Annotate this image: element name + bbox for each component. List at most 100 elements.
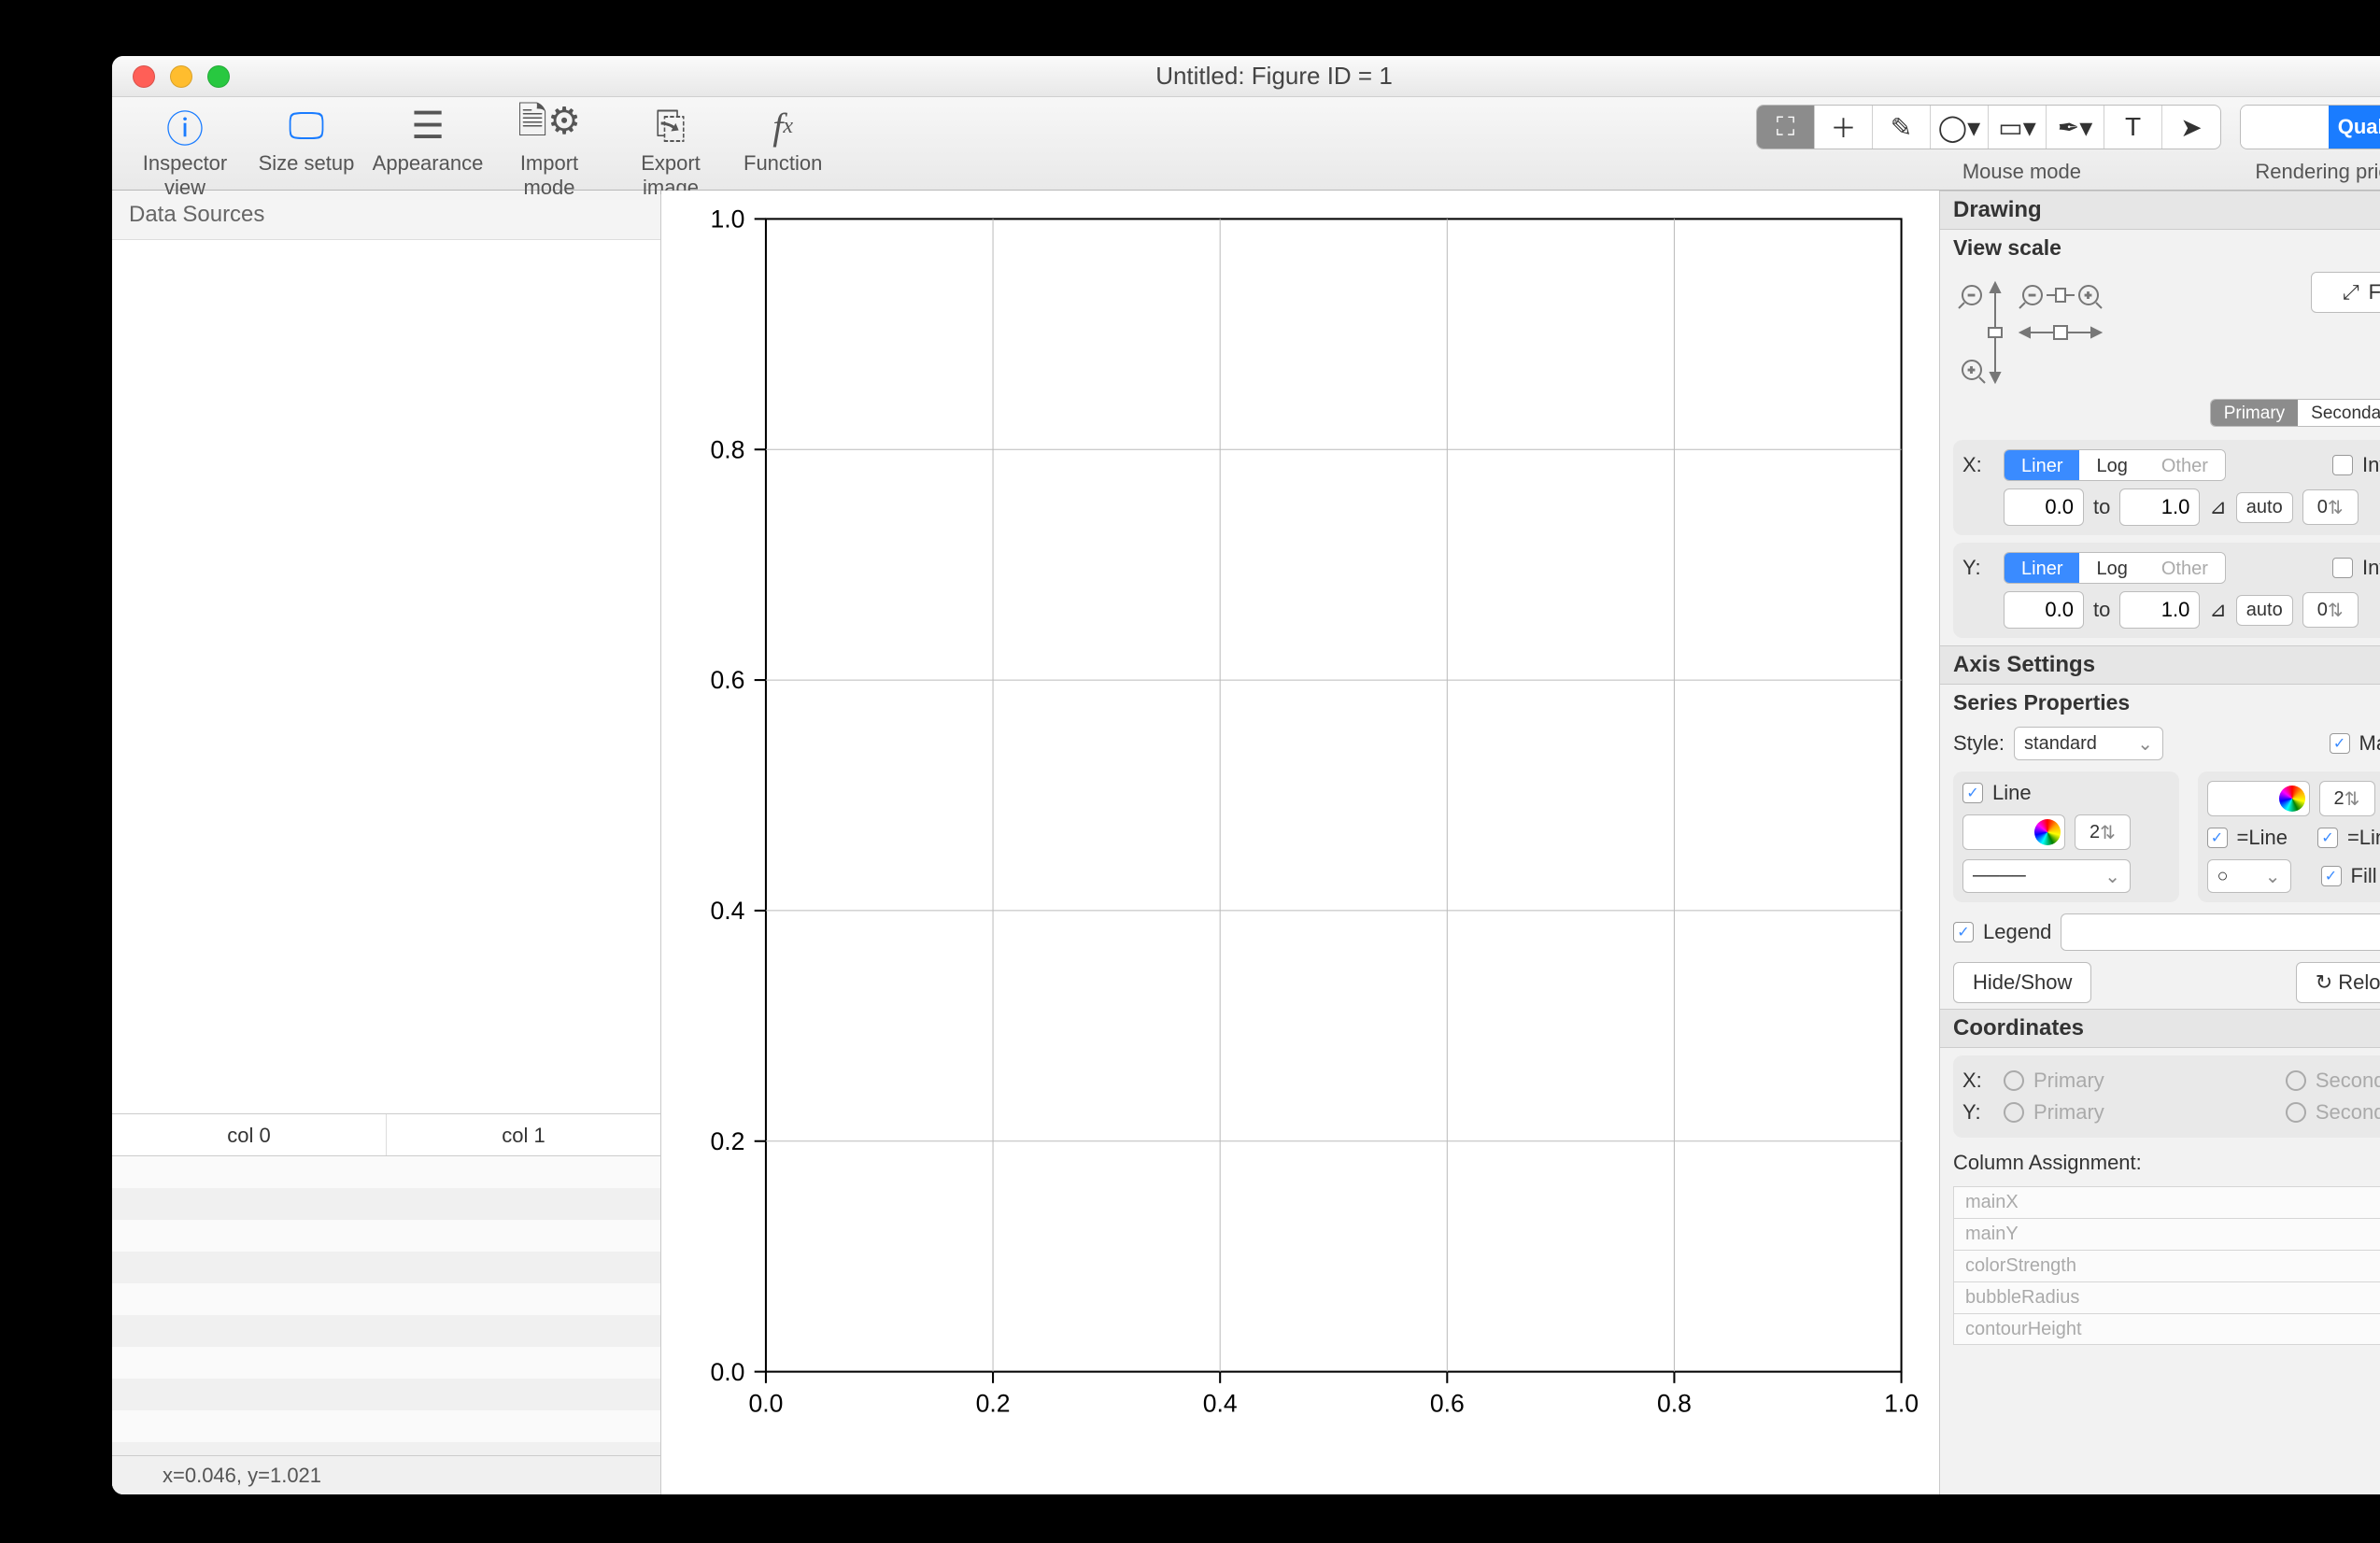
eqline2-checkbox[interactable] [2317,828,2338,848]
minimize-icon[interactable] [170,65,192,88]
svg-text:0.8: 0.8 [1657,1389,1692,1417]
style-label: Style: [1953,731,2005,756]
hide-show-button[interactable]: Hide/Show [1953,962,2091,1003]
tab-primary[interactable]: Primary [2211,400,2298,426]
titlebar: Untitled: Figure ID = 1 [112,56,2380,97]
column-header[interactable]: col 1 [387,1114,660,1155]
y-scale-other[interactable]: Other [2145,553,2225,583]
marker-shape-dropdown[interactable]: ○⌄ [2207,859,2291,893]
mouse-mode-circle-icon[interactable]: ◯▾ [1931,106,1989,149]
x-auto-stepper[interactable]: 0 ⇅ [2302,489,2359,525]
legend-input[interactable] [2061,913,2380,951]
line-width-stepper[interactable]: 2 ⇅ [2075,814,2131,850]
tab-secondary[interactable]: Secondary [2298,400,2380,426]
x-scale-linear[interactable]: Liner [2005,450,2079,480]
mouse-mode-add-icon[interactable]: ＋ [1815,106,1873,149]
x-invert-label: Invert [2362,453,2380,477]
fill-checkbox[interactable] [2321,866,2342,886]
chart-canvas[interactable]: 0.00.20.40.60.81.00.00.20.40.60.81.0 [680,200,1920,1438]
zoom-icon[interactable] [207,65,230,88]
mouse-mode-rect-icon[interactable]: ▭▾ [1989,106,2047,149]
inspector-view-button[interactable]: ⓘ Inspector view [129,101,241,200]
line-color-picker[interactable] [1962,814,2065,850]
svg-text:0.6: 0.6 [711,666,745,694]
y-to-input[interactable] [2119,591,2200,629]
assignment-item[interactable]: contourHeight⌄ [1953,1313,2380,1345]
data-table-body[interactable] [112,1156,660,1455]
export-image-button[interactable]: ⎘ Export image [615,101,727,200]
eqline1-checkbox[interactable] [2207,828,2228,848]
y-invert-checkbox[interactable] [2332,558,2353,578]
mouse-mode-pointer-icon[interactable]: ➤ [2162,106,2220,149]
x-invert-checkbox[interactable] [2332,455,2353,475]
marker-checkbox[interactable] [2330,733,2350,754]
x-scale-log[interactable]: Log [2079,450,2144,480]
mouse-mode-select-icon[interactable]: ⛶ [1757,106,1815,149]
axis-primary-secondary-tabs[interactable]: Primary Secondary [2210,399,2380,427]
close-icon[interactable] [133,65,155,88]
y-scale-segmented[interactable]: Liner Log Other [2004,552,2226,584]
coord-x-secondary-radio[interactable] [2286,1070,2306,1091]
plot-area[interactable]: 0.00.20.40.60.81.00.00.20.40.60.81.0 [661,191,1939,1494]
coord-x-primary-radio[interactable] [2004,1070,2024,1091]
x-from-input[interactable] [2004,488,2084,526]
window-controls [112,65,230,88]
coord-y-label: Y: [1962,1100,1994,1125]
mouse-mode-segmented[interactable]: ⛶ ＋ ✎ ◯▾ ▭▾ ✒▾ T ➤ [1756,105,2221,149]
y-auto-chip[interactable]: auto [2236,595,2293,626]
x-scale-segmented[interactable]: Liner Log Other [2004,449,2226,481]
appearance-button[interactable]: ☰ Appearance [372,101,484,200]
marker-size-stepper[interactable]: 2 ⇅ [2319,781,2375,816]
coord-x-label: X: [1962,1069,1994,1093]
marker-color-picker[interactable] [2207,781,2310,816]
line-checkbox[interactable] [1962,783,1983,803]
view-scale-title: View scale [1940,230,2380,266]
reload-button[interactable]: ↻ Reload [2296,962,2380,1003]
line-style-dropdown[interactable]: ────⌄ [1962,859,2131,893]
assignment-item[interactable]: bubbleRadius⌄ [1953,1281,2380,1313]
x-to-input[interactable] [2119,488,2200,526]
rendering-priority-segmented[interactable]: Quality [2240,105,2380,149]
y-axis-settings: Y: Liner Log Other Invert to [1953,543,2380,638]
mouse-mode-text-icon[interactable]: T [2104,106,2162,149]
x-scale-other[interactable]: Other [2145,450,2225,480]
import-mode-button[interactable]: 🗎⚙ Import mode [493,101,605,200]
svg-text:0.8: 0.8 [711,435,745,463]
size-setup-button[interactable]: 🖵 Size setup [250,101,362,200]
coord-y-secondary-radio[interactable] [2286,1102,2306,1123]
y-scale-log[interactable]: Log [2079,553,2144,583]
mouse-mode-pencil-icon[interactable]: ✎ [1873,106,1931,149]
column-assignment-title: Column Assignment: [1953,1151,2142,1175]
y-auto-stepper[interactable]: 0 ⇅ [2302,592,2359,628]
view-navigation-cluster[interactable]: − + − + [1953,272,2103,393]
toolbar-label: Size setup [250,151,362,176]
legend-checkbox[interactable] [1953,922,1974,942]
app-window: Untitled: Figure ID = 1 ⓘ Inspector view… [112,56,2380,1494]
assignment-item[interactable]: mainY⌄ [1953,1218,2380,1250]
axis-settings-section-title[interactable]: Axis Settings [1940,645,2380,685]
left-sidebar: Data Sources col 0 col 1 x=0.046, y=1.02… [112,191,661,1494]
svg-text:+: + [1968,363,1975,376]
fit-button[interactable]: ⤢ Fit [2311,272,2380,313]
y-from-input[interactable] [2004,591,2084,629]
column-header[interactable]: col 0 [112,1114,387,1155]
rendering-priority-label: Rendering priority [2255,160,2380,184]
rendering-option-quality[interactable]: Quality [2329,106,2380,149]
data-table-header: col 0 col 1 [112,1113,660,1156]
y-scale-linear[interactable]: Liner [2005,553,2079,583]
inspector-panel: Drawing View scale − + [1939,191,2380,1494]
x-to-label: to [2093,495,2110,519]
assignment-item[interactable]: mainX⌄ [1953,1186,2380,1218]
data-sources-list[interactable] [112,240,660,1113]
svg-text:−: − [1968,289,1975,302]
toolbar-label: Appearance [372,151,484,176]
coord-y-primary-radio[interactable] [2004,1102,2024,1123]
x-auto-chip[interactable]: auto [2236,492,2293,523]
style-dropdown[interactable]: standard⌄ [2014,727,2163,760]
rendering-option-speed[interactable] [2241,106,2329,149]
mouse-mode-pen-icon[interactable]: ✒▾ [2047,106,2104,149]
assignment-item[interactable]: colorStrength⌄ [1953,1250,2380,1281]
function-button[interactable]: fx Function [736,101,829,200]
colorwheel-icon [2034,819,2061,845]
mouse-mode-label: Mouse mode [1962,160,2081,184]
